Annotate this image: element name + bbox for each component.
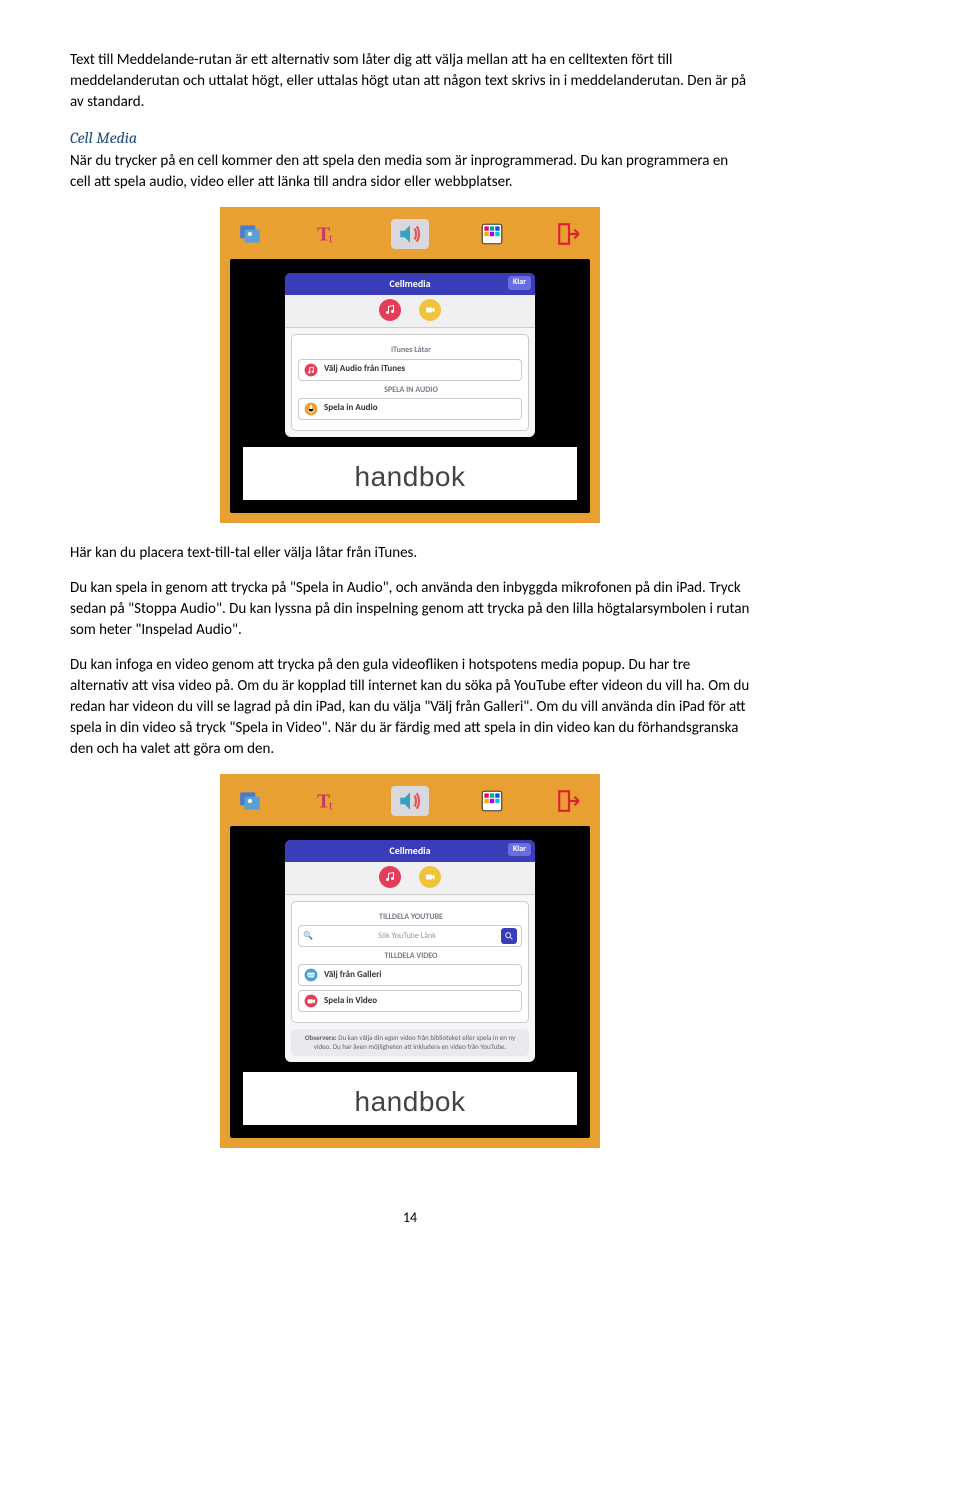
handbok-label-2: handbok — [355, 1086, 466, 1117]
screenshot-toolbar-2: Tt — [230, 784, 590, 818]
youtube-search-placeholder: Sök YouTube Länk — [317, 931, 497, 942]
text-style-icon: Tt — [314, 221, 344, 247]
audio-tab[interactable] — [379, 299, 401, 321]
figure-cellmedia-audio: Tt Cellmedia Klar — [70, 207, 750, 523]
record-section-label: SPELA IN AUDIO — [300, 385, 522, 396]
exit-icon — [554, 221, 584, 247]
video-section-label: TILLDELA VIDEO — [300, 951, 522, 962]
paragraph-5: Du kan infoga en video genom att trycka … — [70, 655, 750, 760]
popup-title: Cellmedia Klar — [285, 273, 535, 295]
observera-note: Observera: Observera: Du kan välja din e… — [291, 1029, 529, 1056]
audio-tab-icon — [391, 219, 429, 249]
picture-icon — [236, 221, 266, 247]
handbok-label: handbok — [355, 461, 466, 492]
exit-icon — [554, 788, 584, 814]
youtube-search-button[interactable] — [501, 928, 517, 944]
text-style-icon: Tt — [314, 788, 344, 814]
page-number: 14 — [70, 1208, 750, 1228]
done-button-2[interactable]: Klar — [508, 843, 531, 856]
paragraph-2: När du trycker på en cell kommer den att… — [70, 151, 750, 193]
gallery-icon — [304, 968, 318, 982]
youtube-section-label: TILLDELA YOUTUBE — [300, 912, 522, 923]
choose-gallery-row[interactable]: Välj från Galleri — [298, 964, 522, 986]
palette-icon — [477, 221, 507, 247]
popup-tabs — [285, 295, 535, 328]
popup-tabs-2 — [285, 862, 535, 895]
choose-itunes-audio-row[interactable]: Välj Audio från iTunes — [298, 359, 522, 381]
figure-cellmedia-video: Tt Cellmedia Klar — [70, 774, 750, 1148]
popup-title-2: Cellmedia Klar — [285, 840, 535, 862]
done-button[interactable]: Klar — [508, 276, 531, 289]
paragraph-3: Här kan du placera text-till-tal eller v… — [70, 543, 750, 564]
audio-tab-2[interactable] — [379, 866, 401, 888]
svg-text:t: t — [329, 231, 333, 246]
record-audio-row[interactable]: Spela in Audio — [298, 398, 522, 420]
paragraph-1: Text till Meddelande-rutan är ett altern… — [70, 50, 750, 113]
music-icon — [304, 363, 318, 377]
heading-cell-media: Cell Media — [70, 127, 750, 149]
audio-tab-icon — [391, 786, 429, 816]
camera-icon — [304, 994, 318, 1008]
svg-text:t: t — [329, 798, 333, 813]
video-tab[interactable] — [419, 299, 441, 321]
itunes-section-label: iTunes Låtar — [300, 345, 522, 356]
record-video-row[interactable]: Spela in Video — [298, 990, 522, 1012]
youtube-search-row[interactable]: 🔍 Sök YouTube Länk — [298, 925, 522, 947]
screenshot-toolbar: Tt — [230, 217, 590, 251]
video-tab-2[interactable] — [419, 866, 441, 888]
mic-icon — [304, 402, 318, 416]
picture-icon — [236, 788, 266, 814]
paragraph-4: Du kan spela in genom att trycka på "Spe… — [70, 578, 750, 641]
palette-icon — [477, 788, 507, 814]
search-icon: 🔍 — [303, 931, 313, 942]
